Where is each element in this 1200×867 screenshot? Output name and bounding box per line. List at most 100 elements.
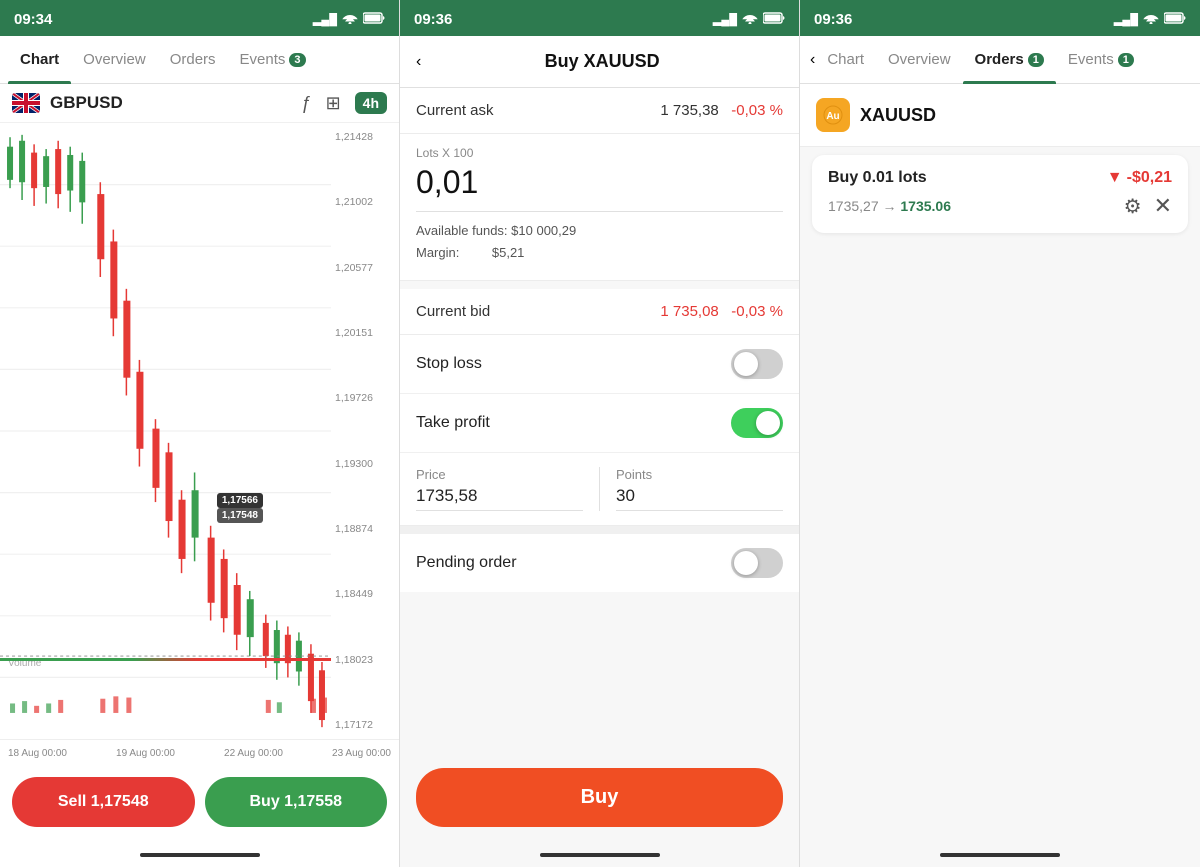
home-indicator-3 bbox=[800, 843, 1200, 867]
home-indicator-1 bbox=[0, 843, 399, 867]
current-ask-value: 1 735,38 -0,03 % bbox=[660, 102, 783, 119]
wifi-icon-3 bbox=[1143, 12, 1159, 27]
tab-chart-3[interactable]: Chart bbox=[815, 36, 876, 84]
chart-panel: 09:34 ▂▄█ Chart Overview Orders Events 3 bbox=[0, 0, 400, 867]
pl-arrow: ▼ bbox=[1107, 169, 1123, 187]
tab-orders-3[interactable]: Orders 1 bbox=[963, 36, 1056, 84]
tab-events-3[interactable]: Events 1 bbox=[1056, 36, 1146, 84]
price-col: Price 1735,58 bbox=[416, 467, 583, 511]
take-profit-label: Take profit bbox=[416, 414, 490, 432]
close-icon[interactable]: ✕ bbox=[1154, 193, 1172, 219]
tab-events-1[interactable]: Events 3 bbox=[228, 36, 318, 84]
orders-panel: 09:36 ▂▄█ ‹ Chart Overview Orders 1 Even… bbox=[800, 0, 1200, 867]
time-1: 09:34 bbox=[14, 11, 52, 28]
pending-order-knob bbox=[734, 551, 758, 575]
price-value[interactable]: 1735,58 bbox=[416, 486, 583, 511]
tab-bar-1: Chart Overview Orders Events 3 bbox=[0, 36, 399, 84]
filter-icon[interactable]: ƒ bbox=[302, 93, 312, 114]
order-price-info: 1735,27 → 1735.06 bbox=[828, 198, 951, 214]
status-icons-3: ▂▄█ bbox=[1114, 12, 1186, 27]
time-2: 09:36 bbox=[414, 11, 452, 28]
stop-loss-row: Stop loss bbox=[400, 335, 799, 394]
buy-content: Current ask 1 735,38 -0,03 % Lots X 100 … bbox=[400, 88, 799, 756]
order-price-current: 1735.06 bbox=[900, 198, 951, 214]
price-points-row: Price 1735,58 Points 30 bbox=[400, 453, 799, 526]
buy-button-wrap: Buy bbox=[400, 756, 799, 843]
price-badge-1: 1,17566 bbox=[217, 493, 263, 508]
take-profit-toggle[interactable] bbox=[731, 408, 783, 438]
wifi-icon bbox=[342, 12, 358, 27]
current-bid-row: Current bid 1 735,08 -0,03 % bbox=[400, 289, 799, 335]
signal-icon-3: ▂▄█ bbox=[1114, 13, 1138, 26]
status-bar-3: 09:36 ▂▄█ bbox=[800, 0, 1200, 36]
order-price-row: 1735,27 → 1735.06 ⚙ ✕ bbox=[828, 193, 1172, 219]
time-axis: 18 Aug 00:00 19 Aug 00:00 22 Aug 00:00 2… bbox=[0, 739, 399, 767]
battery-icon-3 bbox=[1164, 12, 1186, 27]
current-bid-label: Current bid bbox=[416, 303, 490, 320]
take-profit-knob bbox=[756, 411, 780, 435]
orders-badge-3: 1 bbox=[1028, 53, 1044, 67]
gbp-flag bbox=[12, 93, 40, 113]
timeframe-button[interactable]: 4h bbox=[355, 92, 387, 114]
stop-loss-label: Stop loss bbox=[416, 355, 482, 373]
order-actions: ⚙ ✕ bbox=[1124, 193, 1172, 219]
pending-order-row: Pending order bbox=[400, 526, 799, 592]
pending-order-toggle[interactable] bbox=[731, 548, 783, 578]
price-labels: 1,21428 1,21002 1,20577 1,20151 1,19726 … bbox=[331, 123, 399, 739]
chart-area: 1,21428 1,21002 1,20577 1,20151 1,19726 … bbox=[0, 123, 399, 739]
signal-icon-2: ▂▄█ bbox=[713, 13, 737, 26]
orders-empty-space bbox=[800, 241, 1200, 843]
symbol-name: GBPUSD bbox=[50, 93, 123, 113]
xau-symbol: XAUUSD bbox=[860, 105, 936, 126]
margin-value: $5,21 bbox=[492, 245, 525, 260]
tab-chart-1[interactable]: Chart bbox=[8, 36, 71, 84]
lots-value[interactable]: 0,01 bbox=[416, 164, 783, 201]
points-col: Points 30 bbox=[616, 467, 783, 511]
take-profit-row: Take profit bbox=[400, 394, 799, 453]
current-ask-row: Current ask 1 735,38 -0,03 % bbox=[400, 88, 799, 134]
available-funds-value: $10 000,29 bbox=[511, 223, 576, 238]
signal-icon: ▂▄█ bbox=[313, 13, 337, 26]
order-type: Buy 0.01 lots bbox=[828, 169, 927, 187]
events-badge-3: 1 bbox=[1118, 53, 1134, 67]
buy-header: ‹ Buy XAUUSD bbox=[400, 36, 799, 88]
chart-controls: ƒ ⊞ 4h bbox=[302, 92, 387, 114]
stop-loss-toggle[interactable] bbox=[731, 349, 783, 379]
buy-title: Buy XAUUSD bbox=[421, 51, 783, 72]
buy-button-1[interactable]: Buy 1,17558 bbox=[205, 777, 388, 827]
sell-button[interactable]: Sell 1,17548 bbox=[12, 777, 195, 827]
price-label: Price bbox=[416, 467, 583, 482]
candlestick-chart: 1,17566 1,17548 bbox=[0, 123, 331, 739]
wifi-icon-2 bbox=[742, 12, 758, 27]
points-value[interactable]: 30 bbox=[616, 486, 783, 511]
bottom-buttons: Sell 1,17548 Buy 1,17558 bbox=[0, 767, 399, 843]
orders-tab-bar: ‹ Chart Overview Orders 1 Events 1 bbox=[800, 36, 1200, 84]
tab-orders-1[interactable]: Orders bbox=[158, 36, 228, 84]
status-bar-2: 09:36 ▂▄█ bbox=[400, 0, 799, 36]
current-ask-label: Current ask bbox=[416, 102, 494, 119]
battery-icon bbox=[363, 12, 385, 27]
price-badge-2: 1,17548 bbox=[217, 508, 263, 523]
buy-button-2[interactable]: Buy bbox=[416, 768, 783, 827]
gear-icon[interactable]: ⚙ bbox=[1124, 194, 1142, 219]
tab-overview-1[interactable]: Overview bbox=[71, 36, 158, 84]
order-top: Buy 0.01 lots ▼ -$0,21 bbox=[828, 169, 1172, 187]
home-bar-1 bbox=[140, 853, 260, 857]
margin-label: Margin: bbox=[416, 245, 459, 260]
price-points-divider bbox=[599, 467, 600, 511]
svg-text:Au: Au bbox=[826, 111, 839, 122]
battery-icon-2 bbox=[763, 12, 785, 27]
candle-type-icon[interactable]: ⊞ bbox=[326, 93, 341, 114]
pending-order-label: Pending order bbox=[416, 554, 517, 572]
order-card: Buy 0.01 lots ▼ -$0,21 1735,27 → 1735.06… bbox=[812, 155, 1188, 233]
home-bar-2 bbox=[540, 853, 660, 857]
tab-overview-3[interactable]: Overview bbox=[876, 36, 963, 84]
home-indicator-2 bbox=[400, 843, 799, 867]
stop-loss-knob bbox=[734, 352, 758, 376]
pl-value: -$0,21 bbox=[1127, 169, 1172, 187]
xauusd-header: Au XAUUSD bbox=[800, 84, 1200, 147]
status-icons-2: ▂▄█ bbox=[713, 12, 785, 27]
xau-icon: Au bbox=[816, 98, 850, 132]
buy-panel: 09:36 ▂▄█ ‹ Buy XAUUSD Current ask 1 735… bbox=[400, 0, 800, 867]
lots-sublabel: Lots X 100 bbox=[416, 146, 783, 160]
